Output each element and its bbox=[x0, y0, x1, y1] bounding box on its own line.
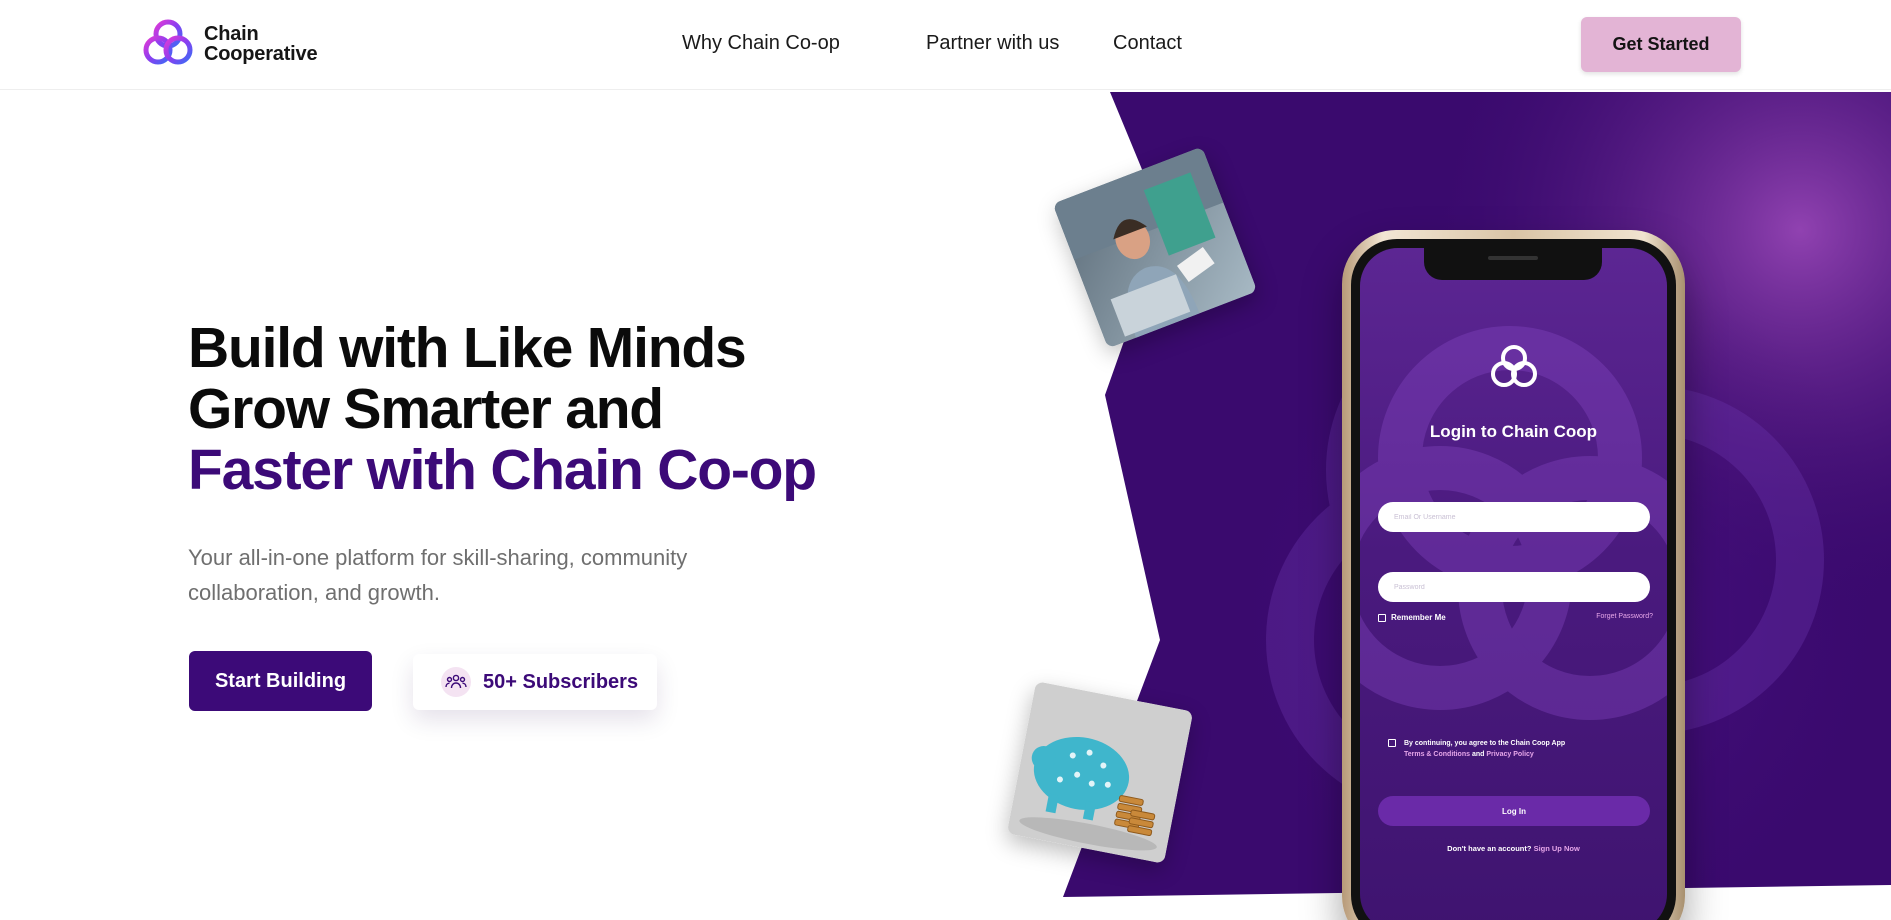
phone-bezel: Login to Chain Coop Remember Me Forget P… bbox=[1351, 239, 1676, 920]
password-input[interactable] bbox=[1378, 572, 1650, 602]
phone-screen: Login to Chain Coop Remember Me Forget P… bbox=[1360, 248, 1667, 920]
nav-link-why-chain-coop[interactable]: Why Chain Co-op bbox=[682, 32, 840, 55]
sign-up-link[interactable]: Sign Up Now bbox=[1534, 844, 1580, 853]
privacy-link[interactable]: Privacy Policy bbox=[1486, 751, 1533, 758]
and-text: and bbox=[1471, 751, 1485, 758]
signup-prompt: Don't have an account? Sign Up Now bbox=[1360, 844, 1667, 853]
checkbox-icon bbox=[1378, 613, 1386, 622]
terms-agreement-text: By continuing, you agree to the Chain Co… bbox=[1404, 738, 1565, 760]
brand-name: Chain Cooperative bbox=[204, 23, 318, 65]
phone-notch bbox=[1424, 248, 1602, 280]
no-account-text: Don't have an account? bbox=[1447, 844, 1532, 853]
piggy-bank-photo bbox=[1006, 681, 1194, 864]
chain-cooperative-logo-icon bbox=[143, 19, 193, 65]
brand-logo[interactable]: Chain Cooperative bbox=[140, 16, 318, 72]
remember-me-label: Remember Me bbox=[1391, 613, 1446, 622]
nav-link-partner-with-us[interactable]: Partner with us bbox=[926, 32, 1059, 55]
nav-link-contact[interactable]: Contact bbox=[1113, 32, 1182, 55]
username-input[interactable] bbox=[1378, 502, 1650, 532]
terms-agreement[interactable]: By continuing, you agree to the Chain Co… bbox=[1388, 738, 1648, 760]
chain-coop-app-logo-icon bbox=[1491, 345, 1537, 387]
remember-me-checkbox[interactable]: Remember Me bbox=[1378, 613, 1446, 622]
login-title: Login to Chain Coop bbox=[1429, 422, 1598, 441]
brand-name-line2: Cooperative bbox=[204, 43, 318, 65]
agree-checkbox-icon[interactable] bbox=[1388, 739, 1396, 747]
brand-name-line1: Chain bbox=[204, 23, 259, 45]
login-button[interactable]: Log In bbox=[1378, 796, 1650, 826]
agree-text: By continuing, you agree to the Chain Co… bbox=[1404, 740, 1566, 747]
phone-mockup: Login to Chain Coop Remember Me Forget P… bbox=[1342, 230, 1685, 920]
top-navbar: Chain Cooperative Why Chain Co-op Partne… bbox=[0, 0, 1891, 90]
get-started-button[interactable]: Get Started bbox=[1581, 17, 1741, 72]
forgot-password-link[interactable]: Forget Password? bbox=[1596, 613, 1653, 620]
terms-link[interactable]: Terms & Conditions bbox=[1404, 751, 1470, 758]
